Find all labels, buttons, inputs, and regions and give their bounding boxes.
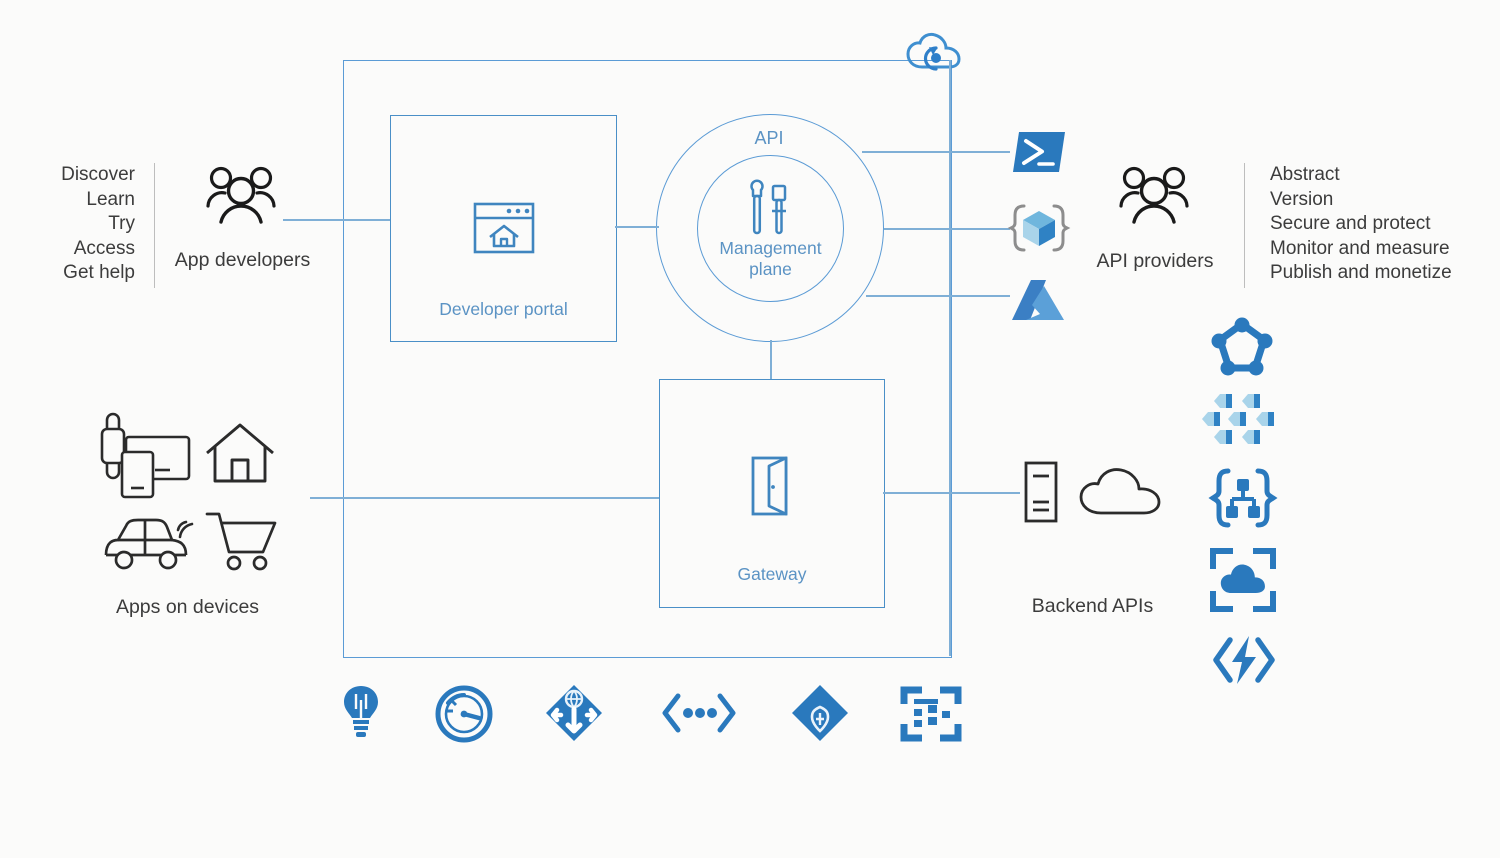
- connector-portal-to-ring: [615, 226, 659, 228]
- cloud-icon: [1079, 466, 1161, 516]
- consumer-actions-list: Discover Learn Try Access Get help: [61, 164, 135, 283]
- powershell-icon: [1012, 130, 1066, 174]
- tools-wrench-screwdriver-icon: [748, 179, 794, 236]
- resource-manager-template-icon: [1007, 203, 1071, 253]
- browser-home-icon: [473, 202, 535, 254]
- logic-app-icon: [900, 686, 962, 742]
- backend-apis-label: Backend APIs: [1031, 595, 1154, 617]
- connector-developers-to-portal: [283, 219, 390, 221]
- app-developers-label: App developers: [174, 249, 311, 271]
- provider-capabilities-list: Abstract Version Secure and protect Moni…: [1270, 164, 1452, 283]
- connector-ring-to-powershell: [862, 151, 1010, 153]
- container-cluster-icon: [1202, 392, 1278, 446]
- developer-portal-label: Developer portal: [439, 299, 568, 319]
- cloud-sync-icon: [905, 32, 965, 74]
- security-diamond-icon: [789, 683, 851, 743]
- api-providers-icon: [1118, 166, 1190, 224]
- gateway-panel[interactable]: Gateway: [659, 379, 885, 608]
- connector-gateway-to-backend: [883, 492, 1020, 494]
- cloud-service-icon: [1210, 548, 1276, 612]
- management-plane-label: Management plane: [719, 238, 822, 279]
- app-developers-icon: [205, 166, 277, 224]
- diagram-canvas: Discover Learn Try Access Get help App d…: [0, 0, 1500, 858]
- connector-ring-to-resource-manager: [884, 228, 1010, 230]
- azure-functions-icon: [1212, 634, 1275, 686]
- gateway-label: Gateway: [737, 564, 807, 584]
- code-dots-icon: [662, 693, 736, 733]
- api-providers-label: API providers: [1096, 250, 1214, 272]
- azure-logo-icon: [1010, 278, 1066, 322]
- developer-portal-panel[interactable]: Developer portal: [390, 115, 617, 342]
- apps-on-devices-label: Apps on devices: [115, 596, 260, 618]
- provider-capabilities-divider: [1244, 163, 1245, 288]
- traffic-manager-icon: [543, 683, 605, 743]
- lightbulb-icon: [340, 684, 382, 738]
- api-ring-label: API: [754, 128, 784, 148]
- connector-devices-to-gateway: [310, 497, 659, 499]
- api-braces-icon: [1208, 468, 1278, 528]
- boundary-right-rail: [949, 60, 951, 656]
- server-rack-icon: [1023, 461, 1059, 523]
- management-plane-circle[interactable]: Management plane: [697, 155, 844, 302]
- gauge-icon: [434, 685, 494, 743]
- service-fabric-icon: [1211, 317, 1273, 376]
- shopping-cart-icon: [205, 508, 279, 572]
- devices-icon: [98, 412, 194, 500]
- open-door-icon: [749, 456, 795, 516]
- connector-ring-to-azure: [866, 295, 1010, 297]
- house-icon: [205, 422, 275, 484]
- connector-ring-to-gateway: [770, 340, 772, 379]
- connected-car-icon: [100, 508, 198, 576]
